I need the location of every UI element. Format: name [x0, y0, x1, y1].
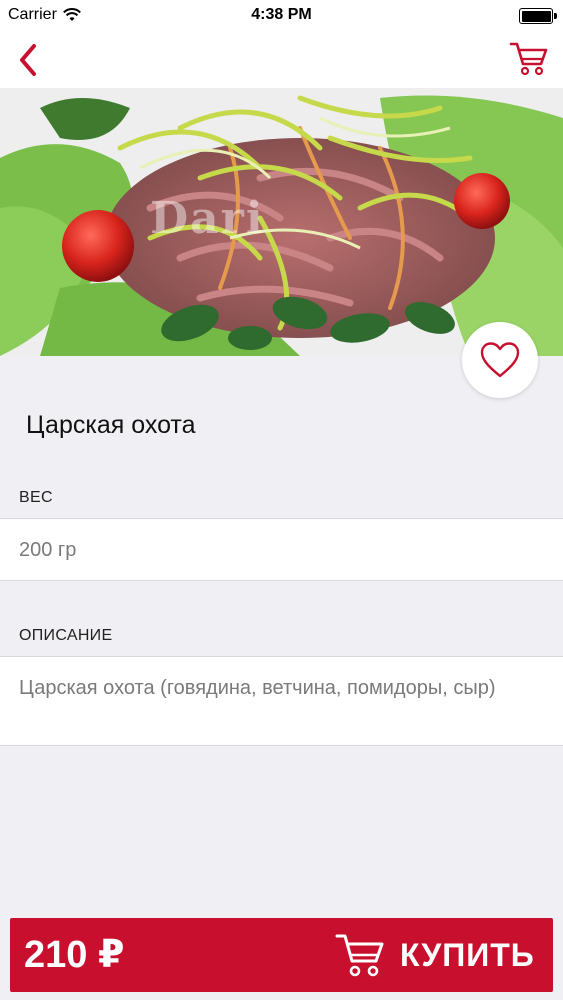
chevron-left-icon	[20, 44, 36, 76]
nav-bar	[0, 32, 563, 88]
product-info: Царская охота ВЕС 200 гр ОПИСАНИЕ Царска…	[0, 356, 563, 746]
product-title: Царская охота	[26, 411, 196, 439]
description-label: ОПИСАНИЕ	[19, 627, 113, 644]
back-button[interactable]	[10, 40, 50, 80]
weight-label: ВЕС	[19, 489, 53, 506]
image-watermark: Dari	[150, 193, 265, 244]
description-value: Царская охота (говядина, ветчина, помидо…	[19, 677, 496, 699]
price-label: 210 ₽	[24, 934, 125, 976]
cart-icon	[335, 934, 384, 977]
battery-icon	[519, 8, 557, 24]
weight-row: 200 гр	[0, 518, 563, 581]
salad-illustration	[0, 88, 563, 356]
product-image: Dari	[0, 88, 563, 356]
cart-icon	[509, 42, 548, 76]
weight-value: 200 гр	[19, 539, 77, 561]
description-row: Царская охота (говядина, ветчина, помидо…	[0, 656, 563, 746]
buy-label: КУПИТЬ	[400, 937, 535, 973]
status-time: 4:38 PM	[251, 6, 312, 23]
buy-button[interactable]: 210 ₽ КУПИТЬ	[10, 918, 553, 992]
cart-button[interactable]	[509, 38, 549, 78]
status-bar: Carrier 4:38 PM	[0, 0, 563, 32]
